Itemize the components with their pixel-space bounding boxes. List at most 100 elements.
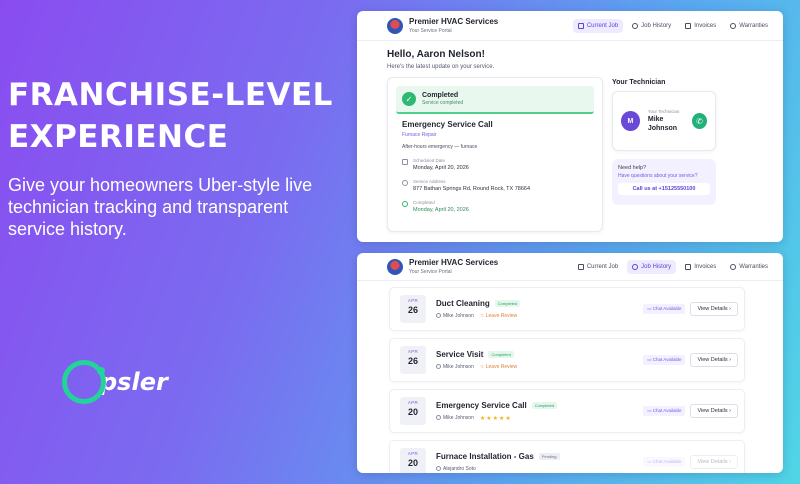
technician-name: Mike Johnson [443, 364, 474, 370]
tab-current-job[interactable]: Current Job [572, 18, 624, 33]
date-month: APR [407, 298, 419, 303]
clipboard-icon [577, 22, 584, 29]
technician-section-title: Your Technician [612, 79, 666, 86]
greeting: Hello, Aaron Nelson! [387, 49, 485, 60]
person-icon [436, 466, 441, 472]
calendar-icon [402, 159, 408, 165]
status-badge: Completed [531, 401, 558, 409]
tab-warranties[interactable]: Warranties [725, 19, 773, 33]
job-history-screen: Premier HVAC Services Your Service Porta… [357, 253, 783, 473]
call-us-button[interactable]: Call us at +15125550100 [618, 183, 710, 195]
technician-name: Alejandro Soto [443, 466, 476, 472]
clipboard-icon [577, 263, 584, 270]
service-card: ✓ Completed Service completed Emergency … [387, 77, 603, 232]
hero-headline-line-2: EXPERIENCE [8, 119, 229, 155]
list-item[interactable]: APR 20 Furnace Installation - Gas Pendin… [389, 440, 745, 473]
leave-review-link[interactable]: ☆ Leave Review [480, 364, 517, 370]
view-details-label: View Details [697, 357, 728, 363]
tab-job-history[interactable]: Job History [627, 259, 677, 274]
status-badge: Completed [494, 300, 521, 307]
job-title: Duct Cleaning [436, 299, 490, 308]
tab-job-history[interactable]: Job History [627, 19, 676, 33]
tab-invoices[interactable]: Invoices [680, 260, 721, 274]
view-details-label: View Details [697, 459, 728, 465]
tab-current-job[interactable]: Current Job [573, 260, 623, 274]
date-day: 20 [407, 458, 418, 468]
view-details-button[interactable]: View Details › [690, 302, 738, 316]
tab-warranties[interactable]: Warranties [725, 260, 773, 274]
scheduled-label: Scheduled Date [413, 158, 446, 163]
brand: Premier HVAC Services Your Service Porta… [387, 258, 498, 275]
help-card: Need help? Have questions about your ser… [612, 159, 716, 205]
view-details-button[interactable]: View Details › [690, 353, 738, 367]
location-pin-icon [402, 180, 408, 186]
portal-nav: Premier HVAC Services Your Service Porta… [357, 11, 783, 41]
scheduled-row: Scheduled Date Monday, April 20, 2026 [402, 158, 588, 171]
phone-call-button[interactable]: ✆ [691, 113, 707, 129]
view-details-button[interactable]: View Details › [690, 455, 738, 469]
hero-body: Give your homeowners Uber-style live tec… [8, 175, 313, 239]
chat-label: Chat Available [652, 408, 682, 413]
list-item[interactable]: APR 26 Duct Cleaning Completed Mike John… [389, 287, 745, 331]
address-value: 877 Bathan Springs Rd, Round Rock, TX 78… [413, 186, 531, 192]
technician-name: Mike Johnson [647, 116, 678, 132]
check-icon: ✓ [402, 92, 416, 106]
hero-headline-line-1: FRANCHISE-LEVEL [8, 77, 333, 113]
brand: Premier HVAC Services Your Service Porta… [387, 17, 498, 34]
service-category: Furnace Repair [402, 132, 437, 138]
job-title: Furnace Installation - Gas [436, 452, 534, 461]
date-month: APR [407, 349, 419, 354]
technician-name: Mike Johnson [443, 415, 474, 421]
date-day: 26 [407, 356, 418, 366]
chevron-right-icon: › [729, 306, 731, 312]
date-month: APR [407, 400, 419, 405]
tab-invoices[interactable]: Invoices [680, 19, 721, 33]
brand-sub: Your Service Portal [409, 28, 452, 34]
avatar: M [621, 111, 640, 131]
status-bar: ✓ Completed Service completed [396, 86, 594, 114]
view-details-button[interactable]: View Details › [690, 404, 738, 418]
opsler-logo: psler [62, 360, 168, 404]
address-label: Service Address [413, 179, 446, 184]
tab-label: Invoices [694, 263, 717, 270]
portal-nav: Premier HVAC Services Your Service Porta… [357, 253, 783, 281]
shield-icon [730, 22, 737, 29]
list-item[interactable]: APR 20 Emergency Service Call Completed … [389, 389, 745, 433]
greeting-subtitle: Here's the latest update on your service… [387, 64, 495, 70]
brand-logo-icon [387, 258, 403, 275]
chat-available-badge[interactable]: ▭ Chat Available [643, 457, 686, 467]
chat-available-badge[interactable]: ▭ Chat Available [643, 355, 686, 365]
date-badge: APR 26 [400, 295, 426, 323]
chevron-right-icon: › [729, 357, 731, 363]
view-details-label: View Details [697, 408, 728, 414]
completed-label: Completed [413, 200, 435, 205]
brand-name: Premier HVAC Services [409, 17, 499, 26]
chat-available-badge[interactable]: ▭ Chat Available [643, 304, 686, 314]
address-row: Service Address 877 Bathan Springs Rd, R… [402, 179, 588, 192]
chat-label: Chat Available [652, 459, 682, 464]
tab-label: Current Job [586, 263, 619, 270]
shield-icon [730, 263, 737, 270]
logo-text: psler [100, 368, 168, 396]
document-icon [685, 22, 692, 29]
technician-name: Mike Johnson [443, 313, 474, 319]
job-title: Emergency Service Call [436, 400, 527, 410]
date-badge: APR 20 [400, 448, 426, 473]
history-icon [632, 263, 639, 270]
person-icon [436, 313, 441, 319]
person-icon [436, 364, 441, 370]
phone-icon: ✆ [696, 116, 703, 126]
list-item[interactable]: APR 26 Service Visit Completed Mike John… [389, 338, 745, 382]
chat-available-badge[interactable]: ▭ Chat Available [643, 406, 686, 416]
greeting-block: Hello, Aaron Nelson! Here's the latest u… [357, 41, 783, 70]
brand-sub: Your Service Portal [409, 269, 452, 275]
help-subtitle: Have questions about your service? [618, 173, 698, 179]
leave-review-link[interactable]: ☆ Leave Review [480, 313, 517, 319]
leave-review-label: Leave Review [485, 313, 518, 319]
tab-label: Warranties [739, 22, 768, 29]
brand-logo-icon [387, 17, 403, 34]
view-details-label: View Details [697, 306, 728, 312]
status-title: Completed [422, 92, 459, 99]
hero-section: FRANCHISE-LEVEL EXPERIENCE Give your hom… [8, 74, 338, 240]
hero-headline: FRANCHISE-LEVEL EXPERIENCE [8, 74, 338, 158]
